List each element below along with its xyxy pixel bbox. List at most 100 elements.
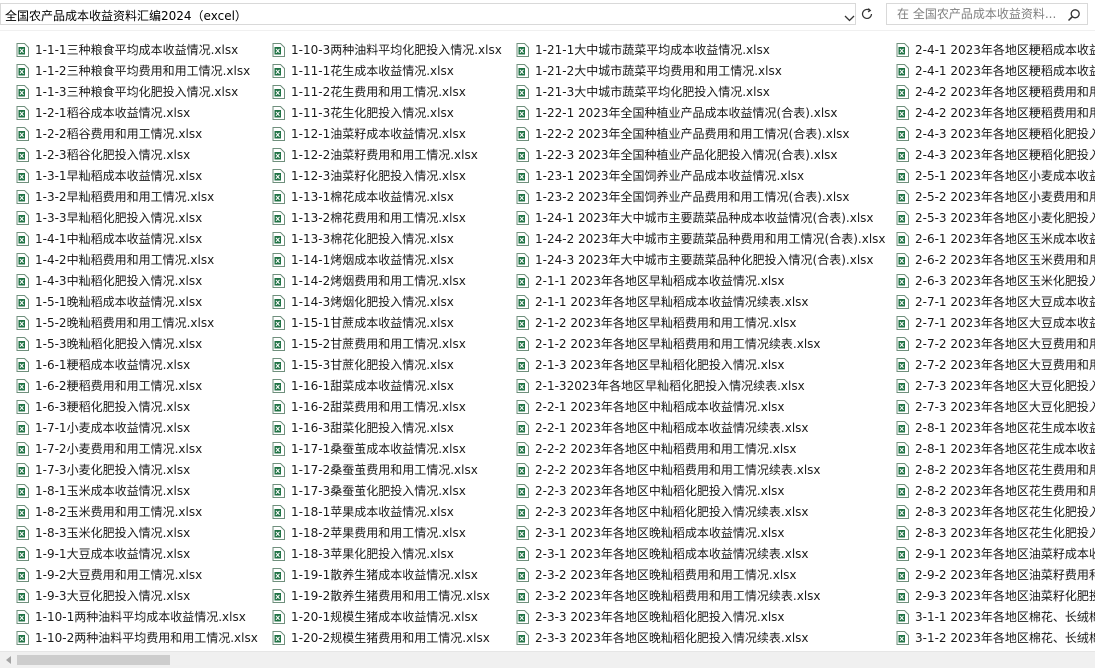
file-item[interactable]: 2-1-32023年各地区早籼稻化肥投入情况续表.xlsx (516, 375, 886, 396)
file-item[interactable]: 1-14-3烤烟化肥投入情况.xlsx (272, 291, 502, 312)
file-item[interactable]: 1-21-2大中城市蔬菜平均费用和用工情况.xlsx (516, 60, 886, 81)
file-item[interactable]: 2-4-1 2023年各地区粳稻成本收益 (896, 39, 1095, 60)
file-item[interactable]: 1-17-1桑蚕茧成本收益情况.xlsx (272, 438, 502, 459)
search-box[interactable] (886, 3, 1088, 25)
file-item[interactable]: 1-10-1两种油料平均成本收益情况.xlsx (16, 606, 258, 627)
address-bar[interactable]: 全国农产品成本收益资料汇编2024（excel） (0, 3, 856, 25)
file-item[interactable]: 1-24-2 2023年大中城市主要蔬菜品种费用和用工情况(合表).xlsx (516, 228, 886, 249)
file-item[interactable]: 1-20-1规模生猪成本收益情况.xlsx (272, 606, 502, 627)
file-item[interactable]: 1-5-1晚籼稻成本收益情况.xlsx (16, 291, 258, 312)
file-item[interactable]: 2-4-3 2023年各地区粳稻化肥投入 (896, 123, 1095, 144)
file-item[interactable]: 1-4-2中籼稻费用和用工情况.xlsx (16, 249, 258, 270)
file-item[interactable]: 1-18-2苹果费用和用工情况.xlsx (272, 522, 502, 543)
file-item[interactable]: 1-2-2稻谷费用和用工情况.xlsx (16, 123, 258, 144)
file-item[interactable]: 1-12-2油菜籽费用和用工情况.xlsx (272, 144, 502, 165)
file-item[interactable]: 1-19-2散养生猪费用和用工情况.xlsx (272, 585, 502, 606)
file-item[interactable]: 2-2-3 2023年各地区中籼稻化肥投入情况.xlsx (516, 480, 886, 501)
file-item[interactable]: 2-3-1 2023年各地区晚籼稻成本收益情况.xlsx (516, 522, 886, 543)
file-item[interactable]: 2-6-2 2023年各地区玉米费用和用 (896, 249, 1095, 270)
file-item[interactable]: 1-4-1中籼稻成本收益情况.xlsx (16, 228, 258, 249)
file-item[interactable]: 2-4-3 2023年各地区粳稻化肥投入 (896, 144, 1095, 165)
file-item[interactable]: 2-3-2 2023年各地区晚籼稻费用和用工情况续表.xlsx (516, 585, 886, 606)
file-item[interactable]: 2-9-1 2023年各地区油菜籽成本收 (896, 543, 1095, 564)
file-item[interactable]: 1-13-1棉花成本收益情况.xlsx (272, 186, 502, 207)
file-item[interactable]: 2-8-1 2023年各地区花生成本收益 (896, 417, 1095, 438)
address-path[interactable]: 全国农产品成本收益资料汇编2024（excel） (5, 7, 247, 24)
file-item[interactable]: 1-5-2晚籼稻费用和用工情况.xlsx (16, 312, 258, 333)
file-item[interactable]: 1-9-2大豆费用和用工情况.xlsx (16, 564, 258, 585)
file-item[interactable]: 2-1-2 2023年各地区早籼稻费用和用工情况.xlsx (516, 312, 886, 333)
file-item[interactable]: 1-15-1甘蔗成本收益情况.xlsx (272, 312, 502, 333)
file-item[interactable]: 1-22-2 2023年全国种植业产品费用和用工情况(合表).xlsx (516, 123, 886, 144)
file-item[interactable]: 1-2-3稻谷化肥投入情况.xlsx (16, 144, 258, 165)
file-item[interactable]: 1-8-2玉米费用和用工情况.xlsx (16, 501, 258, 522)
scroll-left-icon[interactable] (0, 652, 17, 668)
refresh-icon[interactable] (857, 4, 877, 24)
file-item[interactable]: 1-13-3棉花化肥投入情况.xlsx (272, 228, 502, 249)
file-item[interactable]: 2-7-1 2023年各地区大豆成本收益 (896, 291, 1095, 312)
file-item[interactable]: 1-8-1玉米成本收益情况.xlsx (16, 480, 258, 501)
file-item[interactable]: 2-6-1 2023年各地区玉米成本收益 (896, 228, 1095, 249)
file-item[interactable]: 1-20-2规模生猪费用和用工情况.xlsx (272, 627, 502, 648)
search-input[interactable] (889, 5, 1069, 23)
scrollbar-thumb[interactable] (17, 655, 170, 665)
file-item[interactable]: 1-17-3桑蚕茧化肥投入情况.xlsx (272, 480, 502, 501)
file-item[interactable]: 1-2-1稻谷成本收益情况.xlsx (16, 102, 258, 123)
file-item[interactable]: 1-17-2桑蚕茧费用和用工情况.xlsx (272, 459, 502, 480)
file-item[interactable]: 1-24-1 2023年大中城市主要蔬菜品种成本收益情况(合表).xlsx (516, 207, 886, 228)
file-item[interactable]: 2-1-3 2023年各地区早籼稻化肥投入情况.xlsx (516, 354, 886, 375)
file-item[interactable]: 2-8-2 2023年各地区花生费用和用 (896, 459, 1095, 480)
file-item[interactable]: 1-12-3油菜籽化肥投入情况.xlsx (272, 165, 502, 186)
file-item[interactable]: 2-9-3 2023年各地区油菜籽化肥投 (896, 585, 1095, 606)
file-item[interactable]: 2-3-3 2023年各地区晚籼稻化肥投入情况续表.xlsx (516, 627, 886, 648)
file-item[interactable]: 2-4-1 2023年各地区粳稻成本收益 (896, 60, 1095, 81)
file-item[interactable]: 1-3-3早籼稻化肥投入情况.xlsx (16, 207, 258, 228)
file-item[interactable]: 2-8-3 2023年各地区花生化肥投入 (896, 501, 1095, 522)
file-item[interactable]: 1-1-3三种粮食平均化肥投入情况.xlsx (16, 81, 258, 102)
file-item[interactable]: 1-10-3两种油料平均化肥投入情况.xlsx (272, 39, 502, 60)
file-item[interactable]: 1-19-1散养生猪成本收益情况.xlsx (272, 564, 502, 585)
file-item[interactable]: 2-5-1 2023年各地区小麦成本收益 (896, 165, 1095, 186)
file-item[interactable]: 2-3-3 2023年各地区晚籼稻化肥投入情况.xlsx (516, 606, 886, 627)
file-item[interactable]: 2-9-2 2023年各地区油菜籽费用和 (896, 564, 1095, 585)
file-item[interactable]: 1-16-1甜菜成本收益情况.xlsx (272, 375, 502, 396)
file-item[interactable]: 1-8-3玉米化肥投入情况.xlsx (16, 522, 258, 543)
file-item[interactable]: 1-7-1小麦成本收益情况.xlsx (16, 417, 258, 438)
file-item[interactable]: 1-7-2小麦费用和用工情况.xlsx (16, 438, 258, 459)
file-item[interactable]: 1-14-2烤烟费用和用工情况.xlsx (272, 270, 502, 291)
search-icon[interactable] (1065, 6, 1083, 24)
file-item[interactable]: 2-5-3 2023年各地区小麦化肥投入 (896, 207, 1095, 228)
file-item[interactable]: 2-4-2 2023年各地区粳稻费用和用 (896, 81, 1095, 102)
horizontal-scrollbar[interactable] (0, 651, 1095, 668)
file-item[interactable]: 1-1-2三种粮食平均费用和用工情况.xlsx (16, 60, 258, 81)
file-item[interactable]: 2-2-2 2023年各地区中籼稻费用和用工情况.xlsx (516, 438, 886, 459)
file-item[interactable]: 1-21-3大中城市蔬菜平均化肥投入情况.xlsx (516, 81, 886, 102)
file-item[interactable]: 1-11-3花生化肥投入情况.xlsx (272, 102, 502, 123)
file-item[interactable]: 1-22-1 2023年全国种植业产品成本收益情况(合表).xlsx (516, 102, 886, 123)
file-item[interactable]: 1-18-1苹果成本收益情况.xlsx (272, 501, 502, 522)
file-item[interactable]: 2-7-3 2023年各地区大豆化肥投入 (896, 375, 1095, 396)
file-item[interactable]: 1-9-3大豆化肥投入情况.xlsx (16, 585, 258, 606)
file-item[interactable]: 1-6-3粳稻化肥投入情况.xlsx (16, 396, 258, 417)
file-item[interactable]: 2-2-2 2023年各地区中籼稻费用和用工情况续表.xlsx (516, 459, 886, 480)
file-item[interactable]: 2-3-2 2023年各地区晚籼稻费用和用工情况.xlsx (516, 564, 886, 585)
file-item[interactable]: 1-13-2棉花费用和用工情况.xlsx (272, 207, 502, 228)
file-item[interactable]: 2-3-1 2023年各地区晚籼稻成本收益情况续表.xlsx (516, 543, 886, 564)
file-item[interactable]: 1-16-2甜菜费用和用工情况.xlsx (272, 396, 502, 417)
file-item[interactable]: 2-2-1 2023年各地区中籼稻成本收益情况续表.xlsx (516, 417, 886, 438)
file-item[interactable]: 2-8-1 2023年各地区花生成本收益 (896, 438, 1095, 459)
file-item[interactable]: 1-6-1粳稻成本收益情况.xlsx (16, 354, 258, 375)
file-item[interactable]: 2-2-1 2023年各地区中籼稻成本收益情况.xlsx (516, 396, 886, 417)
file-item[interactable]: 2-2-3 2023年各地区中籼稻化肥投入情况续表.xlsx (516, 501, 886, 522)
chevron-down-icon[interactable] (841, 8, 857, 28)
file-item[interactable]: 1-15-2甘蔗费用和用工情况.xlsx (272, 333, 502, 354)
file-item[interactable]: 1-1-1三种粮食平均成本收益情况.xlsx (16, 39, 258, 60)
file-item[interactable]: 2-7-2 2023年各地区大豆费用和用 (896, 333, 1095, 354)
file-item[interactable]: 1-10-2两种油料平均费用和用工情况.xlsx (16, 627, 258, 648)
file-item[interactable]: 2-4-2 2023年各地区粳稻费用和用 (896, 102, 1095, 123)
file-item[interactable]: 1-24-3 2023年大中城市主要蔬菜品种化肥投入情况(合表).xlsx (516, 249, 886, 270)
file-item[interactable]: 1-23-2 2023年全国饲养业产品费用和用工情况(合表).xlsx (516, 186, 886, 207)
file-item[interactable]: 1-15-3甘蔗化肥投入情况.xlsx (272, 354, 502, 375)
file-item[interactable]: 1-7-3小麦化肥投入情况.xlsx (16, 459, 258, 480)
file-item[interactable]: 2-7-1 2023年各地区大豆成本收益 (896, 312, 1095, 333)
